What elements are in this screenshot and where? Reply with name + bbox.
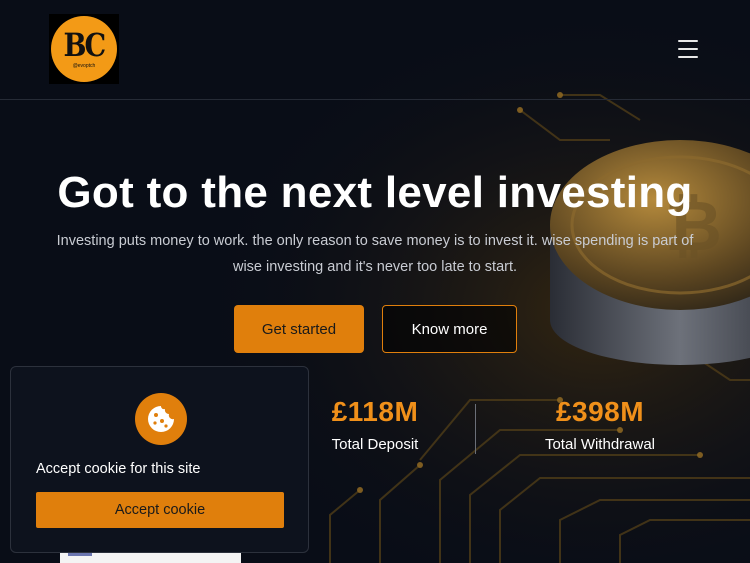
hamburger-menu-icon[interactable]: [676, 38, 700, 60]
cookie-glyph-icon: [148, 406, 174, 432]
cookie-consent-popup: Accept cookie for this site Accept cooki…: [10, 366, 309, 553]
bottom-widget: [60, 553, 241, 563]
stat-value: £398M: [555, 396, 645, 427]
get-started-button[interactable]: Get started: [234, 305, 364, 353]
cookie-icon: [135, 393, 187, 445]
logo-badge: BC @evoptch: [51, 16, 117, 82]
stat-label: Total Withdrawal: [544, 436, 656, 453]
brand-logo[interactable]: BC @evoptch: [49, 14, 119, 84]
hero-subtitle: Investing puts money to work. the only r…: [56, 233, 694, 275]
cookie-message: Accept cookie for this site: [36, 461, 201, 477]
logo-letters: BC: [63, 26, 107, 64]
menu-bar: [678, 48, 698, 50]
stat-label: Total Deposit: [331, 436, 419, 453]
stat-total-deposit: £118M Total Deposit: [285, 396, 465, 453]
menu-bar: [678, 56, 698, 58]
landing-page: ₿ BC @evoptch Got to the next level inve…: [0, 0, 750, 563]
hero-title: Got to the next level investing: [57, 168, 693, 217]
know-more-button[interactable]: Know more: [382, 305, 517, 353]
stat-total-withdrawal: £398M Total Withdrawal: [510, 396, 690, 453]
accept-cookie-button[interactable]: Accept cookie: [36, 492, 284, 528]
stat-divider: [475, 404, 476, 454]
stat-value: £118M: [331, 396, 419, 427]
site-header: BC @evoptch: [0, 0, 750, 100]
menu-bar: [678, 40, 698, 42]
